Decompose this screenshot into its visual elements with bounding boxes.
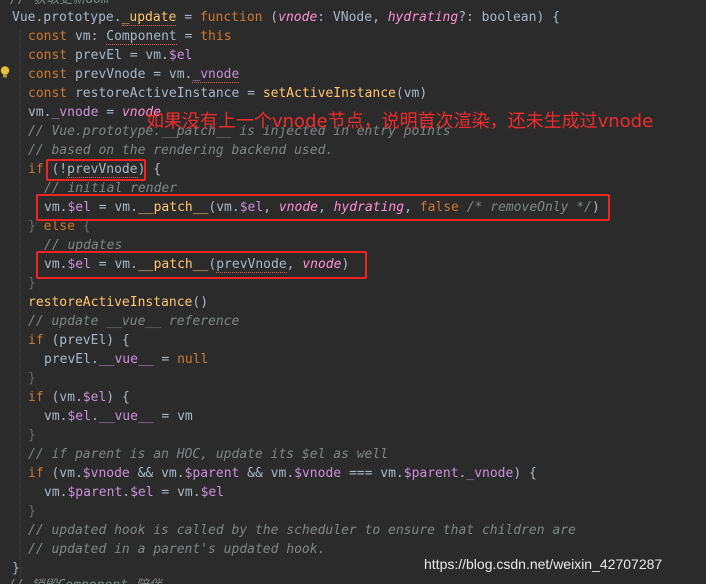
code-line-comment: // update __vue__ reference (28, 314, 240, 329)
highlight-box-initial-patch (36, 194, 610, 221)
code-line: restoreActiveInstance() (28, 295, 209, 310)
code-line: const prevEl = vm.$el (28, 48, 193, 63)
code-line: vm.$el.__vue__ = vm (44, 409, 193, 424)
annotation-note: 如果没有上一个vnode节点，说明首次渲染，还未生成过vnode (146, 111, 654, 132)
code-line: } (28, 428, 36, 443)
code-line: } (28, 371, 36, 386)
code-line-function-declaration: Vue.prototype._update = function (vnode:… (12, 10, 560, 26)
watermark: https://blog.csdn.net/weixin_42707287 (424, 556, 663, 572)
code-line: if (vm.$el) { (28, 390, 130, 405)
code-line-comment: // if parent is an HOC, update its $el a… (28, 447, 389, 462)
code-line-comment: // updated in a parent's updated hook. (28, 542, 326, 557)
code-line: prevEl.__vue__ = null (44, 352, 209, 367)
code-line-comment: // 销毁Component 陪伴 (8, 576, 162, 584)
code-line: const vm: Component = this (28, 29, 232, 45)
code-line: if (vm.$vnode && vm.$parent && vm.$vnode… (28, 466, 537, 481)
highlight-box-update-patch (36, 251, 367, 279)
code-line: const prevVnode = vm._vnode (28, 67, 240, 83)
highlight-box-prev-vnode (46, 159, 146, 181)
code-line-comment: // updated hook is called by the schedul… (28, 523, 576, 538)
code-line: const restoreActiveInstance = setActiveI… (28, 86, 428, 101)
lightbulb-icon[interactable] (0, 66, 10, 79)
code-line: } (28, 504, 36, 519)
code-line: } (28, 276, 36, 291)
code-line: vm._vnode = vnode (28, 105, 162, 120)
code-editor[interactable]: // 获取更新dom Vue.prototype._update = funct… (0, 0, 706, 584)
code-line-comment: // based on the rendering backend used. (28, 143, 334, 158)
indent-guide (20, 30, 21, 580)
code-line: vm.$parent.$el = vm.$el (44, 485, 225, 500)
code-line: if (prevEl) { (28, 333, 130, 348)
